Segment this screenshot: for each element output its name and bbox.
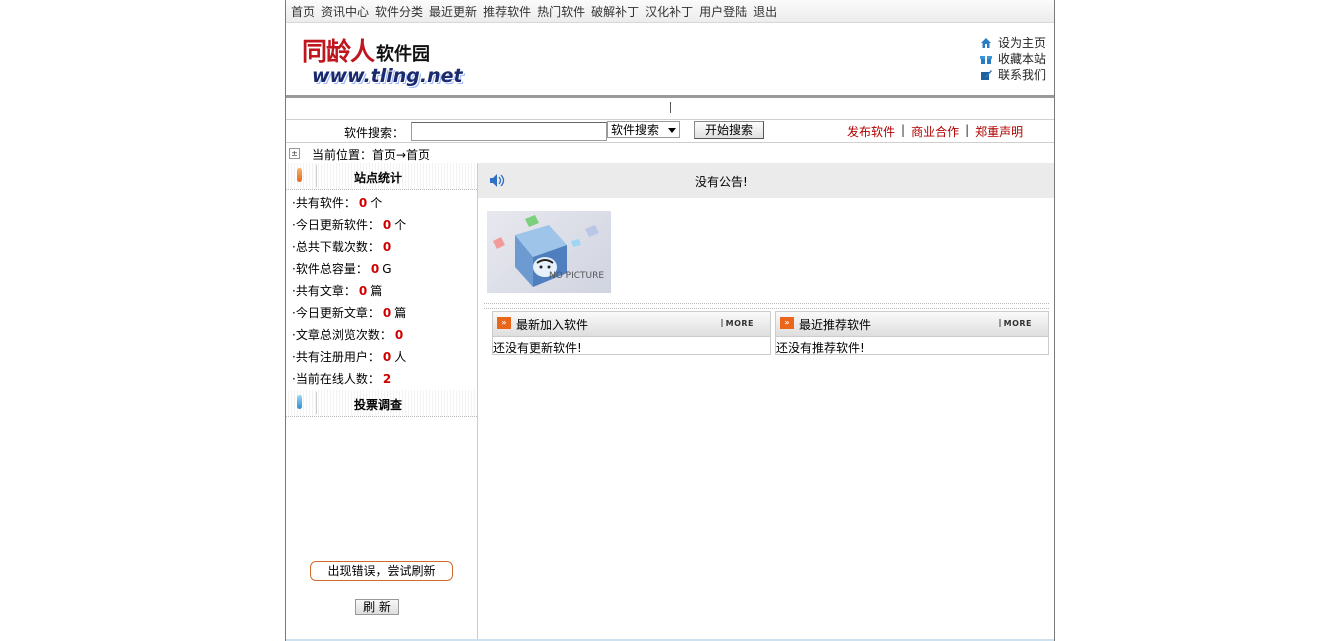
double-arrow-icon: » (780, 317, 794, 329)
logo-title: 同龄人 软件园 (302, 37, 431, 66)
header-links: 设为主页 收藏本站 联系我们 (979, 35, 1046, 83)
disclaimer-link[interactable]: 郑重声明 (975, 123, 1023, 140)
bookmark-link[interactable]: 收藏本站 (979, 51, 1046, 67)
right-links: 发布软件 | 商业合作 | 郑重声明 (847, 123, 1023, 140)
left-sidebar: 站点统计 ·共有软件： 0 个 ·今日更新软件： 0 个 ·总共下载次数： 0 ·软件总容… (286, 163, 478, 641)
home-icon (980, 37, 992, 49)
nav-home[interactable]: 首页 (291, 3, 315, 20)
stats-title: 站点统计 (354, 171, 403, 185)
double-arrow-icon: » (497, 317, 511, 329)
no-picture-image[interactable]: NO PICTURE (487, 211, 611, 293)
nav-news[interactable]: 资讯中心 (321, 3, 369, 20)
link-separator: | (965, 123, 970, 137)
link-separator: | (901, 123, 906, 137)
no-picture-label: NO PICTURE (549, 271, 605, 281)
band-divider (670, 102, 671, 113)
logo-url: www.tling.net (312, 65, 463, 87)
site-header: 同龄人 软件园 www.tling.net 设为主页 收藏本站 联系我们 (286, 23, 1054, 98)
gift-icon (979, 53, 992, 65)
stat-row: ·文章总浏览次数： 0 (292, 328, 404, 342)
header-separator (316, 165, 317, 187)
orange-pill-icon (297, 168, 302, 182)
error-refresh-button[interactable]: 出现错误，尝试刷新 (310, 561, 453, 581)
search-type-select[interactable]: 软件搜索 (607, 121, 680, 138)
vote-title: 投票调查 (354, 398, 403, 412)
search-bar: 软件搜索： 软件搜索 开始搜索 发布软件 | 商业合作 | 郑重声明 (286, 120, 1054, 143)
notice-text: 没有公告! (695, 175, 748, 189)
nav-chinese-patch[interactable]: 汉化补丁 (645, 3, 693, 20)
stat-row: ·共有注册用户： 0 人 (292, 350, 407, 364)
stats-header: 站点统计 (286, 163, 477, 190)
expand-icon[interactable]: ± (289, 148, 300, 159)
stat-row: ·当前在线人数： 2 (292, 372, 392, 386)
header-separator (316, 392, 317, 414)
refresh-button[interactable]: 刷 新 (355, 599, 399, 615)
nav-categories[interactable]: 软件分类 (375, 3, 423, 20)
stat-row: ·今日更新软件： 0 个 (292, 218, 407, 232)
nav-login[interactable]: 用户登陆 (699, 3, 747, 20)
recommended-software-panel: » 最近推荐软件 MORE 还没有推荐软件! (775, 311, 1049, 355)
search-label: 软件搜索： (344, 126, 405, 140)
stat-row: ·今日更新文章： 0 篇 (292, 306, 407, 320)
page-container: 首页 资讯中心 软件分类 最近更新 推荐软件 热门软件 破解补丁 汉化补丁 用户… (285, 0, 1055, 641)
top-navigation: 首页 资讯中心 软件分类 最近更新 推荐软件 热门软件 破解补丁 汉化补丁 用户… (286, 0, 1054, 23)
nav-hot[interactable]: 热门软件 (537, 3, 585, 20)
set-homepage-link[interactable]: 设为主页 (980, 35, 1046, 51)
blue-pill-icon (297, 395, 302, 409)
stats-list: ·共有软件： 0 个 ·今日更新软件： 0 个 ·总共下载次数： 0 ·软件总容量： 0 G … (286, 190, 477, 390)
business-link[interactable]: 商业合作 (911, 123, 959, 140)
vote-header: 投票调查 (286, 390, 477, 417)
more-link[interactable]: MORE (999, 319, 1032, 328)
nav-recommended[interactable]: 推荐软件 (483, 3, 531, 20)
breadcrumb: ± 当前位置：首页→首页 (286, 143, 1054, 164)
panel-body: 还没有更新软件! (493, 341, 582, 355)
search-input[interactable] (411, 122, 607, 141)
panel-title: 最近推荐软件 (799, 318, 872, 332)
panel-header: » 最近推荐软件 MORE (776, 312, 1048, 337)
speaker-icon (489, 173, 507, 191)
header-band (286, 98, 1054, 120)
stat-row: ·总共下载次数： 0 (292, 240, 392, 254)
notice-bar: 没有公告! (478, 163, 1054, 198)
site-logo[interactable]: 同龄人 软件园 www.tling.net (302, 29, 466, 93)
nav-logout[interactable]: 退出 (753, 3, 777, 20)
stat-row: ·共有软件： 0 个 (292, 196, 383, 210)
publish-software-link[interactable]: 发布软件 (847, 123, 895, 140)
pen-icon (980, 69, 992, 81)
breadcrumb-text: 当前位置：首页→首页 (312, 148, 431, 162)
nav-crack-patch[interactable]: 破解补丁 (591, 3, 639, 20)
main-content: 没有公告! NO PICTURE » 最新加入软件 MORE 还没有更新软件! … (478, 163, 1054, 641)
stat-row: ·共有文章： 0 篇 (292, 284, 383, 298)
nav-recent[interactable]: 最近更新 (429, 3, 477, 20)
more-link[interactable]: MORE (721, 319, 754, 328)
dropdown-arrow-icon (668, 128, 676, 133)
panel-header: » 最新加入软件 MORE (493, 312, 770, 337)
stat-row: ·软件总容量： 0 G (292, 262, 392, 276)
panel-title: 最新加入软件 (516, 318, 589, 332)
search-button[interactable]: 开始搜索 (694, 121, 764, 139)
contact-link[interactable]: 联系我们 (980, 67, 1046, 83)
latest-software-panel: » 最新加入软件 MORE 还没有更新软件! (492, 311, 771, 355)
panel-body: 还没有推荐软件! (776, 341, 865, 355)
content-divider (484, 303, 1049, 309)
